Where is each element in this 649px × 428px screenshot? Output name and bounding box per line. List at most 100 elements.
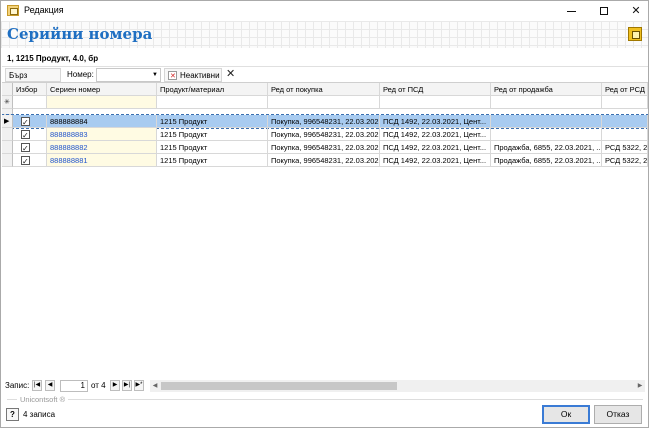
current-row-arrow-icon [2,115,13,128]
maximize-icon [600,7,608,16]
serial-cell[interactable]: 888888883 [47,128,157,141]
horizontal-scrollbar[interactable]: ◀ ▶ [150,380,645,392]
select-cell[interactable] [13,115,47,128]
psd-cell[interactable]: ПСД 1492, 22.03.2021, Цент... [380,115,491,128]
serial-cell[interactable]: 888888884 [47,115,157,128]
clear-filter-icon[interactable]: ✕ [226,68,235,81]
rsd-cell[interactable]: РСД 5322, 2 [602,141,648,154]
first-record-button[interactable]: |◀ [32,380,42,391]
select-checkbox[interactable] [21,129,30,140]
purchase-cell[interactable]: Покупка, 996548231, 22.03.2021 [268,141,380,154]
serials-grid[interactable]: Избор Сериен номер Продукт/материал Ред … [2,82,648,378]
psd-cell[interactable]: ПСД 1492, 22.03.2021, Цент... [380,141,491,154]
inactive-icon [168,70,177,83]
quick-filter-button[interactable]: Бърз филтър [5,68,61,93]
record-total: от 4 [91,381,106,390]
next-record-button[interactable]: ▶ [110,380,120,391]
footer-divider [7,399,643,400]
rsd-cell[interactable]: РСД 5322, 2 [602,154,648,167]
select-checkbox[interactable] [21,116,30,127]
serial-cell[interactable]: 888888882 [47,141,157,154]
serial-cell[interactable]: 888888881 [47,154,157,167]
psd-cell[interactable]: ПСД 1492, 22.03.2021, Цент... [380,154,491,167]
title-bar[interactable]: Редакция ✕ [1,1,648,21]
select-checkbox[interactable] [21,155,30,166]
record-navigator: Запис: |◀ ◀ 1 от 4 ▶ ▶| ▶* ◀ ▶ [2,379,648,393]
page-title: Серийни номера [7,25,153,43]
column-header-psd[interactable]: Ред от ПСД [380,83,491,96]
app-icon [7,5,19,16]
cancel-button[interactable]: Отказ [594,405,642,424]
window-title: Редакция [24,5,64,15]
psd-cell[interactable]: ПСД 1492, 22.03.2021, Цент... [380,128,491,141]
record-number-input[interactable]: 1 [60,380,88,392]
new-row-icon [2,96,13,109]
minimize-button[interactable] [556,1,586,21]
product-cell[interactable]: 1215 Продукт [157,115,268,128]
purchase-cell[interactable]: Покупка, 996548231, 22.03.2021 [268,115,380,128]
new-row-cell[interactable] [380,96,491,109]
product-cell[interactable]: 1215 Продукт [157,154,268,167]
number-filter-combo[interactable]: ▼ [96,68,161,82]
rsd-cell[interactable] [602,128,648,141]
table-row[interactable]: 888888884 1215 Продукт Покупка, 99654823… [2,114,648,129]
maximize-button[interactable] [589,1,619,21]
scroll-right-icon[interactable]: ▶ [635,380,645,392]
prev-record-button[interactable]: ◀ [45,380,55,391]
help-icon[interactable]: ? [6,408,19,421]
scroll-thumb[interactable] [161,382,397,390]
brand-label: Unicontsoft ® [17,395,69,404]
table-row[interactable]: 888888881 1215 Продукт Покупка, 99654823… [2,154,648,167]
sale-cell[interactable]: Продажба, 6855, 22.03.2021, ... [491,141,602,154]
chevron-down-icon: ▼ [152,72,158,78]
column-header-rsd[interactable]: Ред от РСД [602,83,648,96]
select-checkbox[interactable] [21,142,30,153]
inactive-toggle-button[interactable]: Неактивни [164,68,222,83]
new-row-cell[interactable] [157,96,268,109]
product-cell[interactable]: 1215 Продукт [157,141,268,154]
close-button[interactable]: ✕ [621,1,649,21]
table-row[interactable]: 888888882 1215 Продукт Покупка, 99654823… [2,141,648,154]
new-row-cell[interactable] [268,96,380,109]
new-row-cell[interactable] [602,96,648,109]
grid-header: Избор Сериен номер Продукт/материал Ред … [2,83,648,96]
select-cell[interactable] [13,154,47,167]
ok-button[interactable]: Ок [542,405,590,424]
dialog-window: Редакция ✕ Серийни номера 1, 1215 Продук… [0,0,649,428]
header-band: Серийни номера [1,21,648,48]
column-header-serial[interactable]: Сериен номер [47,83,157,96]
new-row[interactable] [2,96,648,109]
column-header-select[interactable]: Избор [13,83,47,96]
last-record-button[interactable]: ▶| [122,380,132,391]
row-indicator [2,141,13,154]
new-row-cell[interactable] [491,96,602,109]
minimize-icon [566,10,576,12]
purchase-cell[interactable]: Покупка, 996548231, 22.03.2021 [268,128,380,141]
column-header-sale[interactable]: Ред от продажба [491,83,602,96]
column-header-purchase[interactable]: Ред от покупка [268,83,380,96]
row-indicator [2,128,13,141]
new-row-cell[interactable] [13,96,47,109]
new-row-cell[interactable] [47,96,157,109]
select-cell[interactable] [13,128,47,141]
new-record-button[interactable]: ▶* [134,380,144,391]
row-indicator-header [2,83,13,96]
sale-cell[interactable]: Продажба, 6855, 22.03.2021, ... [491,154,602,167]
column-header-product[interactable]: Продукт/материал [157,83,268,96]
number-label: Номер: [67,70,94,79]
record-count: 4 записа [23,410,56,419]
purchase-cell[interactable]: Покупка, 996548231, 22.03.2021 [268,154,380,167]
scroll-left-icon[interactable]: ◀ [150,380,160,392]
sale-cell[interactable] [491,128,602,141]
product-subtitle: 1, 1215 Продукт, 4.0, бр [7,54,99,63]
document-icon [628,27,642,41]
navigator-label: Запис: [5,381,30,390]
rsd-cell[interactable] [602,115,648,128]
table-row[interactable]: 888888883 1215 Продукт Покупка, 99654823… [2,128,648,141]
select-cell[interactable] [13,141,47,154]
row-indicator [2,154,13,167]
sale-cell[interactable] [491,115,602,128]
toolbar: Бърз филтър Номер: ▼ Неактивни ✕ [2,66,648,93]
inactive-label: Неактивни [180,71,220,80]
product-cell[interactable]: 1215 Продукт [157,128,268,141]
